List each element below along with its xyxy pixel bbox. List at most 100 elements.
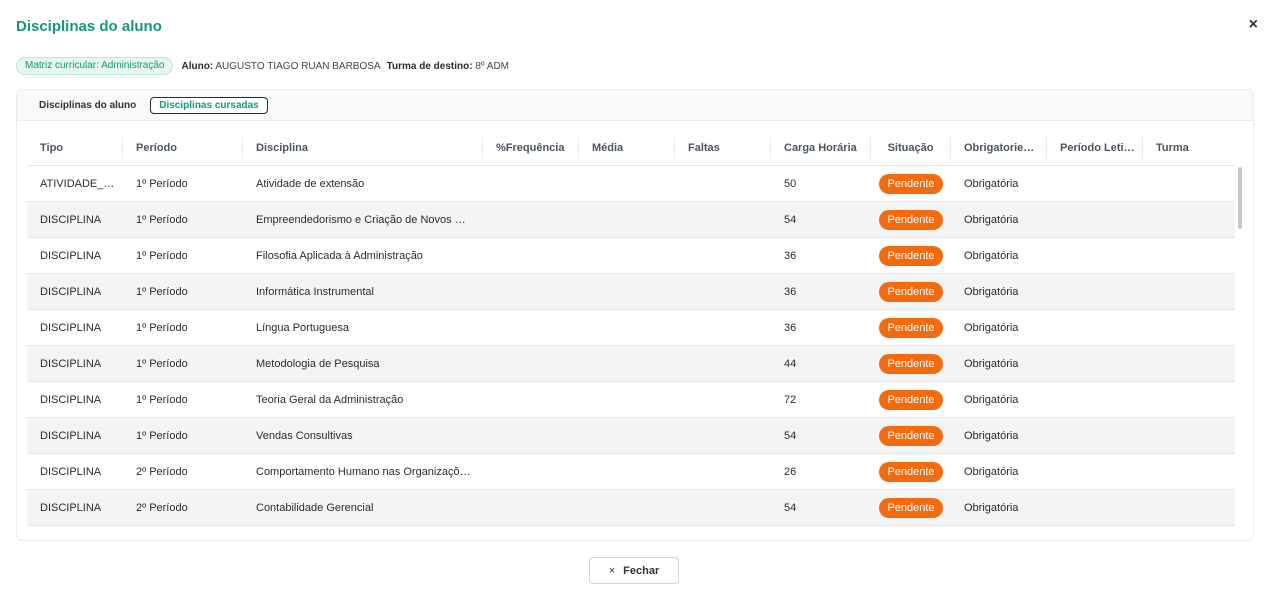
status-badge: Pendente <box>879 317 943 338</box>
status-badge: Pendente <box>879 425 943 446</box>
status-badge: Pendente <box>879 245 943 266</box>
close-button[interactable]: × Fechar <box>589 557 679 584</box>
cell-media <box>579 454 675 489</box>
cell-faltas <box>675 202 771 237</box>
cell-carga-horaria: 44 <box>784 357 797 370</box>
student-info-bar: Matriz curricular: Administração Aluno: … <box>16 57 509 75</box>
cell-obrigatoriedade: Obrigatória <box>964 501 1019 514</box>
table-row[interactable]: DISCIPLINA 1º Período Vendas Consultivas 54… <box>27 418 1235 454</box>
cell-turma <box>1143 166 1235 201</box>
table-scrollbar[interactable] <box>1237 167 1243 527</box>
column-header-obrigatoriedade[interactable]: Obrigatorie… <box>951 136 1047 159</box>
cell-periodo-letivo <box>1047 346 1143 381</box>
cell-turma <box>1143 202 1235 237</box>
cell-carga-horaria: 36 <box>784 249 797 262</box>
cell-periodo-letivo <box>1047 166 1143 201</box>
status-badge: Pendente <box>879 281 943 302</box>
cell-frequencia <box>483 454 579 489</box>
subjects-panel: Disciplinas do aluno Disciplinas cursada… <box>16 89 1254 541</box>
cell-disciplina: Empreendedorismo e Criação de Novos … <box>256 213 466 226</box>
cell-turma <box>1143 346 1235 381</box>
table-row[interactable]: DISCIPLINA 2º Período Comportamento Humano… <box>27 454 1235 490</box>
cell-carga-horaria: 26 <box>784 465 797 478</box>
cell-situacao: Pendente <box>871 490 951 525</box>
column-header-periodo-letivo[interactable]: Período Leti… <box>1047 136 1143 159</box>
column-header-tipo[interactable]: Tipo <box>27 136 123 159</box>
cell-tipo: DISCIPLINA <box>40 213 102 226</box>
cell-disciplina: Informática Instrumental <box>256 285 374 298</box>
cell-obrigatoriedade: Obrigatória <box>964 213 1019 226</box>
cell-tipo: DISCIPLINA <box>40 465 102 478</box>
cell-media <box>579 238 675 273</box>
table-row[interactable]: DISCIPLINA 1º Período Língua Portuguesa 36 P… <box>27 310 1235 346</box>
cell-tipo: DISCIPLINA <box>40 285 102 298</box>
cell-turma <box>1143 274 1235 309</box>
table-row[interactable]: DISCIPLINA 1º Período Filosofia Aplicada à… <box>27 238 1235 274</box>
cell-media <box>579 382 675 417</box>
cell-frequencia <box>483 490 579 525</box>
cell-periodo-letivo <box>1047 238 1143 273</box>
cell-turma <box>1143 490 1235 525</box>
column-header-carga-horaria[interactable]: Carga Horária <box>771 136 871 159</box>
scrollbar-thumb[interactable] <box>1238 167 1242 229</box>
cell-carga-horaria: 36 <box>784 285 797 298</box>
cell-carga-horaria: 54 <box>784 429 797 442</box>
cell-tipo: DISCIPLINA <box>40 501 102 514</box>
cell-periodo-letivo <box>1047 454 1143 489</box>
cell-periodo: 1º Período <box>136 429 188 442</box>
cell-faltas <box>675 346 771 381</box>
cell-situacao: Pendente <box>871 238 951 273</box>
cell-frequencia <box>483 346 579 381</box>
status-badge: Pendente <box>879 497 943 518</box>
cell-turma <box>1143 418 1235 453</box>
cell-disciplina: Comportamento Humano nas Organizaçõ… <box>256 465 471 478</box>
cell-periodo: 1º Período <box>136 393 188 406</box>
table-row[interactable]: DISCIPLINA 1º Período Metodologia de Pesqu… <box>27 346 1235 382</box>
cell-periodo: 1º Período <box>136 177 188 190</box>
cell-faltas <box>675 166 771 201</box>
close-icon[interactable]: × <box>1249 16 1258 34</box>
table-row[interactable]: DISCIPLINA 1º Período Teoria Geral da Admi… <box>27 382 1235 418</box>
cell-situacao: Pendente <box>871 166 951 201</box>
cell-situacao: Pendente <box>871 202 951 237</box>
cell-faltas <box>675 274 771 309</box>
cell-media <box>579 274 675 309</box>
cell-frequencia <box>483 382 579 417</box>
cell-situacao: Pendente <box>871 310 951 345</box>
cell-faltas <box>675 310 771 345</box>
cell-disciplina: Contabilidade Gerencial <box>256 501 374 514</box>
cell-situacao: Pendente <box>871 454 951 489</box>
tab-bar: Disciplinas do aluno Disciplinas cursada… <box>17 90 1253 121</box>
column-header-turma[interactable]: Turma <box>1143 137 1235 159</box>
cell-obrigatoriedade: Obrigatória <box>964 429 1019 442</box>
column-header-frequencia[interactable]: %Frequência <box>483 136 579 159</box>
status-badge: Pendente <box>879 389 943 410</box>
status-badge: Pendente <box>879 173 943 194</box>
tab-completed-subjects[interactable]: Disciplinas cursadas <box>150 96 268 114</box>
table-row[interactable]: DISCIPLINA 2º Período Contabilidade Gerenc… <box>27 490 1235 526</box>
table-row[interactable]: DISCIPLINA 1º Período Empreendedorismo e C… <box>27 202 1235 238</box>
class-info: Turma de destino: 8º ADM <box>387 61 509 72</box>
tab-student-subjects[interactable]: Disciplinas do aluno <box>31 98 144 113</box>
modal-title: Disciplinas do aluno <box>16 18 162 35</box>
cell-obrigatoriedade: Obrigatória <box>964 393 1019 406</box>
table-body: ATIVIDADE_… 1º Período Atividade de extens… <box>27 166 1235 526</box>
column-header-disciplina[interactable]: Disciplina <box>243 136 483 159</box>
cell-tipo: DISCIPLINA <box>40 321 102 334</box>
cell-carga-horaria: 54 <box>784 213 797 226</box>
cell-frequencia <box>483 310 579 345</box>
column-header-faltas[interactable]: Faltas <box>675 136 771 159</box>
table-row[interactable]: ATIVIDADE_… 1º Período Atividade de extens… <box>27 166 1235 202</box>
cell-disciplina: Filosofia Aplicada à Administração <box>256 249 423 262</box>
column-header-periodo[interactable]: Período <box>123 136 243 159</box>
cell-carga-horaria: 54 <box>784 501 797 514</box>
cell-periodo: 1º Período <box>136 285 188 298</box>
cell-faltas <box>675 490 771 525</box>
cell-media <box>579 418 675 453</box>
cell-turma <box>1143 382 1235 417</box>
close-button-icon: × <box>608 564 616 577</box>
cell-frequencia <box>483 202 579 237</box>
table-row[interactable]: DISCIPLINA 1º Período Informática Instrume… <box>27 274 1235 310</box>
column-header-situacao[interactable]: Situação <box>871 136 951 159</box>
column-header-media[interactable]: Média <box>579 136 675 159</box>
